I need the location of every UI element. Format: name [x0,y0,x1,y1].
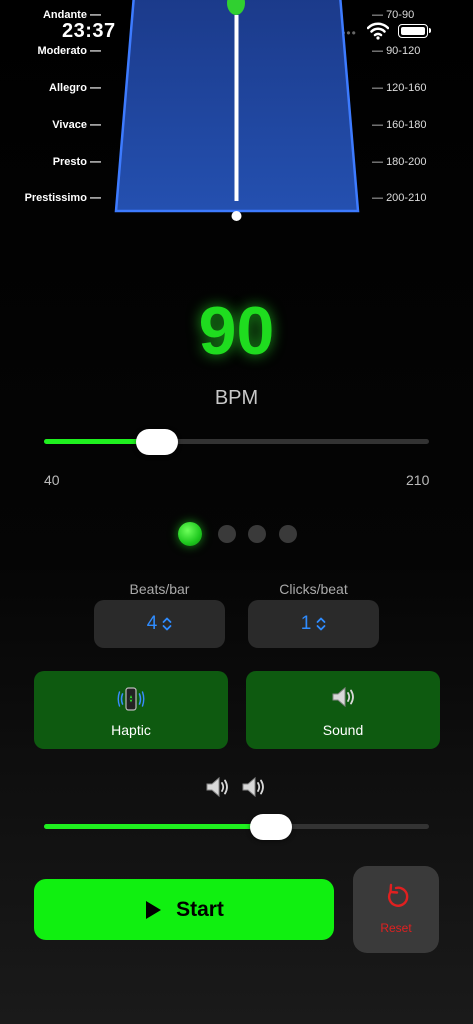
beats-bar-value: 4 [146,613,158,634]
status-time: 23:37 [62,20,116,42]
volume-slider-thumb[interactable] [250,814,293,840]
tempo-marking-allegro: Allegro — [49,82,101,94]
tempo-slider[interactable] [44,439,429,444]
volume-slider[interactable] [44,824,429,829]
beat-indicator-dot [218,525,236,543]
tempo-slider-thumb[interactable] [136,429,179,455]
reset-label: Reset [380,921,412,935]
volume-high-icon [242,776,264,798]
beat-indicator-dot [248,525,266,543]
tempo-range-allegro: — 120-160 [372,82,427,94]
metronome-pendulum [114,0,360,221]
haptic-toggle-button[interactable]: Haptic [34,671,228,749]
tempo-range-presto: — 180-200 [372,156,427,168]
reset-button[interactable]: Reset [353,866,439,953]
volume-slider-fill [44,824,272,829]
tempo-range-vivace: — 160-180 [372,119,427,131]
haptic-label: Haptic [111,722,151,738]
tempo-range-moderato: — 90-120 [372,45,421,57]
sound-toggle-button[interactable]: Sound [246,671,440,749]
beats-bar-picker[interactable]: 4 [94,600,225,648]
play-icon [146,900,162,919]
beat-indicator-dot [279,525,297,543]
sound-label: Sound [322,722,364,738]
start-label: Start [176,897,224,921]
tempo-marking-vivace: Vivace — [52,119,101,131]
tempo-marking-prestissimo: Prestissimo — [24,192,101,204]
tempo-marking-moderato: Moderato — [37,45,101,57]
chevron-up-down-icon [316,617,326,631]
bpm-label: BPM [214,387,259,409]
chevron-up-down-icon [162,617,172,631]
tempo-max-label: 210 [406,472,430,488]
tempo-marking-andante: Andante — [42,9,101,21]
reset-arrow-icon [387,883,409,907]
haptic-phone-icon [117,687,145,711]
tempo-marking-presto: Presto — [52,156,101,168]
battery-icon [398,24,431,38]
beats-bar-label: Beats/bar [129,581,190,597]
bpm-value: 90 [198,293,275,369]
clicks-beat-picker[interactable]: 1 [248,600,379,648]
tempo-range-prestissimo: — 200-210 [372,192,427,204]
start-button[interactable]: Start [34,879,334,940]
tempo-min-label: 40 [44,472,60,488]
wifi-icon [367,22,389,40]
clicks-beat-value: 1 [300,613,312,634]
speaker-icon [332,686,354,708]
beat-indicator-dot [178,522,202,546]
tempo-range-andante: — 70-90 [372,9,415,21]
volume-low-icon [206,776,228,798]
clicks-beat-label: Clicks/beat [279,581,348,597]
